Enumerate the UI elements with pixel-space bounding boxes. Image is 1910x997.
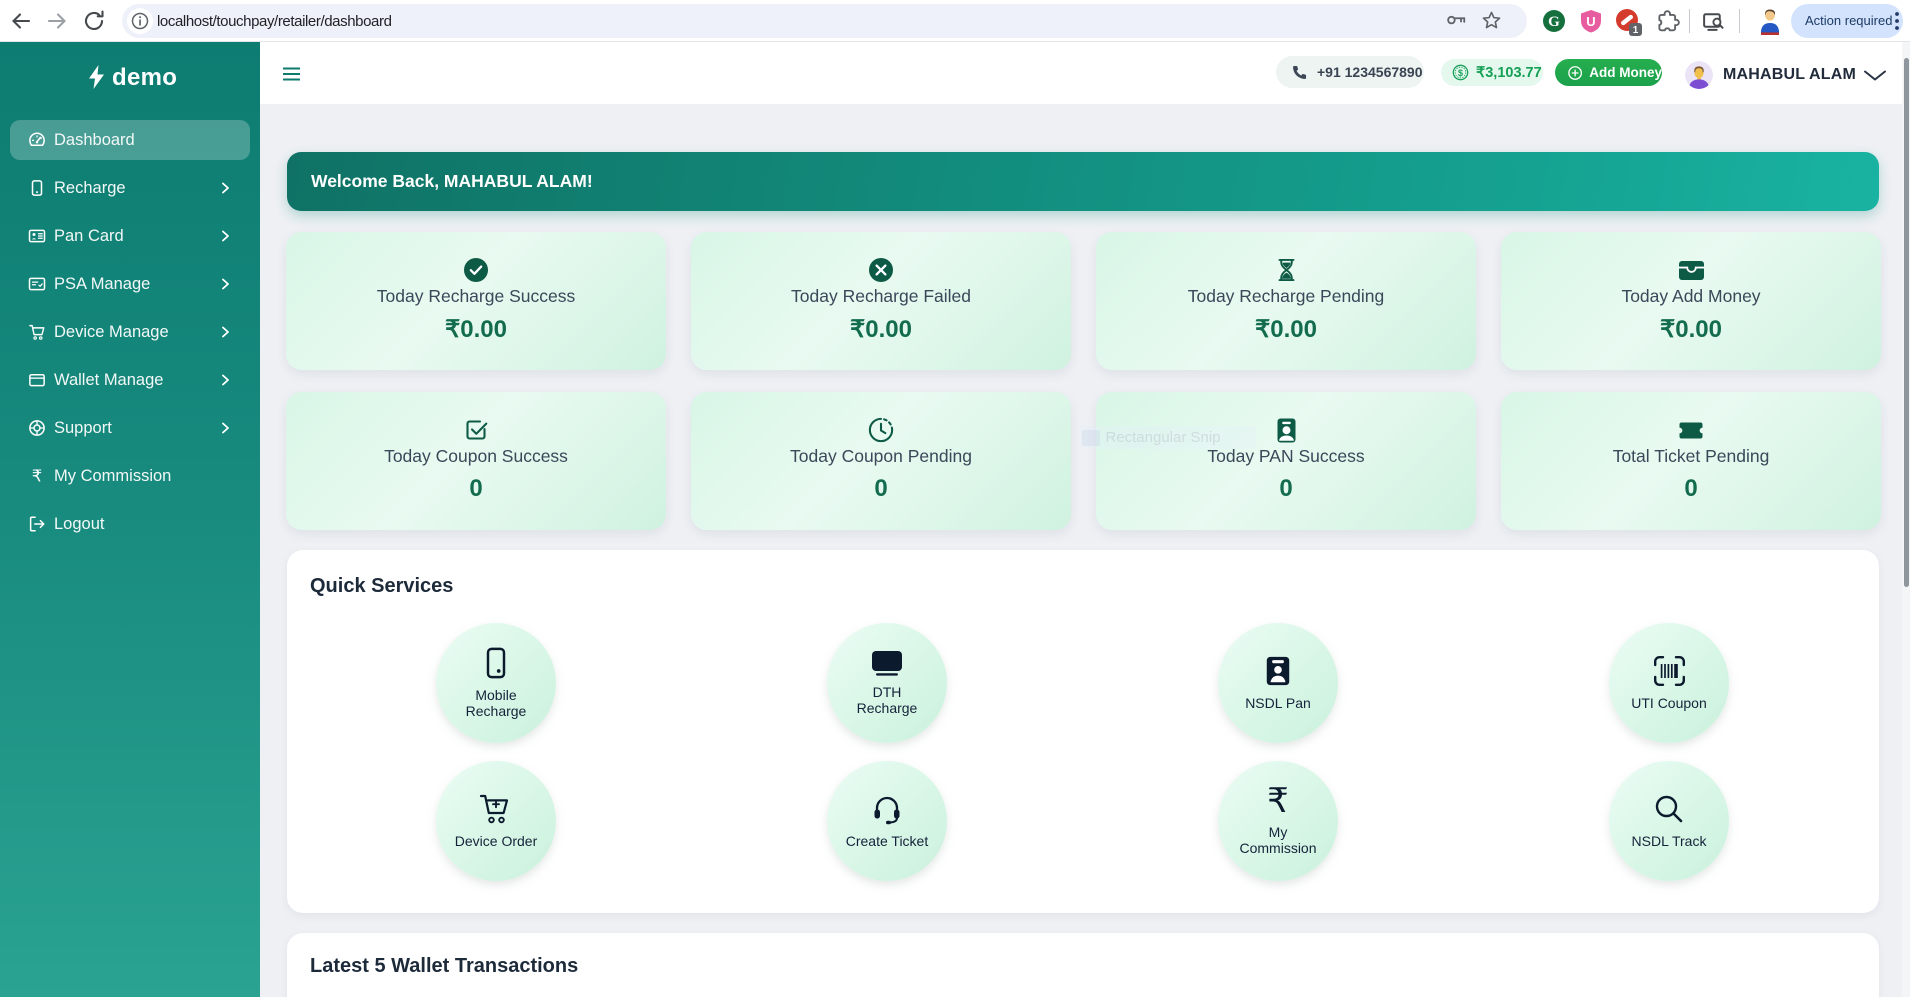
svg-text:G: G xyxy=(1548,14,1560,30)
svg-text:₹: ₹ xyxy=(32,468,43,485)
svg-text:$: $ xyxy=(1458,68,1463,78)
svg-text:U: U xyxy=(1586,14,1595,29)
svg-text:1: 1 xyxy=(1633,25,1639,36)
